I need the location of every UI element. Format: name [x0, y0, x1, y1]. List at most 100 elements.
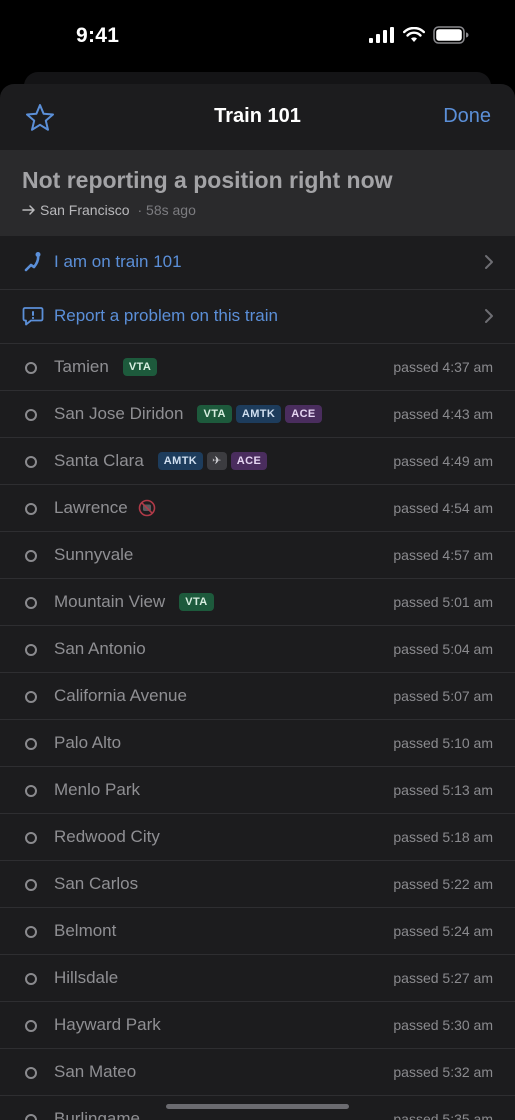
stop-name: Hayward Park — [54, 1015, 161, 1035]
home-indicator[interactable] — [166, 1104, 349, 1109]
stop-name-label: Redwood City — [54, 827, 160, 846]
stop-dot-icon — [25, 1114, 37, 1120]
stop-row[interactable]: Belmont passed 5:24 am — [0, 908, 515, 955]
airport-icon: ✈ — [207, 452, 227, 470]
i-am-on-train-row[interactable]: I am on train 101 — [0, 236, 515, 290]
stop-row[interactable]: Menlo Park passed 5:13 am — [0, 767, 515, 814]
stop-dot-icon — [25, 879, 37, 891]
stop-time: passed 5:18 am — [393, 829, 493, 845]
stop-list: Tamien VTA passed 4:37 am San Jose Diridon V… — [0, 344, 515, 1120]
stop-time: passed 5:27 am — [393, 970, 493, 986]
stop-time: passed 5:10 am — [393, 735, 493, 751]
stop-row[interactable]: Palo Alto passed 5:10 am — [0, 720, 515, 767]
stop-row[interactable]: Hillsdale passed 5:27 am — [0, 955, 515, 1002]
stop-name-label: Lawrence — [54, 498, 128, 517]
stop-row[interactable]: Sunnyvale passed 4:57 am — [0, 532, 515, 579]
stop-dot-icon — [25, 832, 37, 844]
stop-name-label: Sunnyvale — [54, 545, 134, 564]
service-badges: VTA — [179, 593, 214, 611]
stop-time: passed 5:01 am — [393, 594, 493, 610]
wifi-icon — [403, 27, 425, 42]
stop-time: passed 5:07 am — [393, 688, 493, 704]
stop-row[interactable]: San Carlos passed 5:22 am — [0, 861, 515, 908]
service-badges: VTA — [122, 358, 158, 376]
stop-dot-icon — [25, 644, 37, 656]
stop-name-label: San Carlos — [54, 874, 139, 893]
stop-dot-icon — [25, 691, 37, 703]
stop-name: Burlingame — [54, 1109, 140, 1120]
stop-name: Redwood City — [54, 827, 160, 847]
stop-time: passed 5:35 am — [393, 1111, 493, 1120]
stop-name-label: San Mateo — [54, 1062, 137, 1081]
badge-amtk: AMTK — [235, 405, 282, 423]
stop-dot-icon — [25, 926, 37, 938]
position-status-text: Not reporting a position right now — [22, 167, 393, 193]
stop-name: California Avenue — [54, 686, 187, 706]
stop-row[interactable]: Lawrence passed 4:54 am — [0, 485, 515, 532]
chevron-right-icon — [485, 309, 493, 323]
stop-name: Lawrence — [54, 498, 156, 518]
stop-name-label: Santa Clara — [54, 451, 144, 470]
nav-bar: Train 101 Done — [0, 84, 515, 150]
stop-dot-icon — [25, 597, 37, 609]
status-banner: Not reporting a position right now San F… — [0, 150, 515, 236]
last-update-label: · 58s ago — [137, 202, 196, 218]
stop-row[interactable]: Hayward Park passed 5:30 am — [0, 1002, 515, 1049]
stop-time: passed 5:13 am — [393, 782, 493, 798]
status-time: 9:41 — [76, 24, 120, 47]
stop-dot-icon — [25, 973, 37, 985]
stop-name: San Jose Diridon VTA AMTK ACE — [54, 404, 322, 424]
stop-name-label: Mountain View — [54, 592, 166, 611]
service-badges: AMTK ✈ ACE — [157, 452, 268, 470]
stop-dot-icon — [25, 785, 37, 797]
stop-name: Belmont — [54, 921, 116, 941]
i-am-on-train-label: I am on train 101 — [54, 252, 182, 271]
chevron-right-icon — [485, 255, 493, 269]
stop-row[interactable]: San Jose Diridon VTA AMTK ACE passed 4:43 am — [0, 391, 515, 438]
stop-name-label: Belmont — [54, 921, 117, 940]
stop-dot-icon — [25, 738, 37, 750]
stop-time: passed 4:43 am — [393, 406, 493, 422]
stop-name-label: San Antonio — [54, 639, 146, 658]
stop-name: Santa Clara AMTK ✈ ACE — [54, 451, 268, 471]
badge-amtk: AMTK — [157, 452, 204, 470]
stop-row[interactable]: Santa Clara AMTK ✈ ACE passed 4:49 am — [0, 438, 515, 485]
stop-row[interactable]: San Mateo passed 5:32 am — [0, 1049, 515, 1096]
badge-vta: VTA — [122, 358, 158, 376]
stop-name-label: Menlo Park — [54, 780, 140, 799]
badge-vta: VTA — [179, 593, 214, 611]
report-problem-label: Report a problem on this train — [54, 306, 278, 325]
done-button[interactable]: Done — [443, 105, 491, 128]
stop-name-label: Hayward Park — [54, 1015, 161, 1034]
stop-row[interactable]: Mountain View VTA passed 5:01 am — [0, 579, 515, 626]
stop-row[interactable]: California Avenue passed 5:07 am — [0, 673, 515, 720]
destination-label: San Francisco — [40, 202, 130, 218]
stop-name: Mountain View VTA — [54, 592, 214, 612]
stop-dot-icon — [25, 550, 37, 562]
battery-icon — [433, 26, 469, 44]
stop-name: Sunnyvale — [54, 545, 133, 565]
cellular-signal-icon — [369, 27, 394, 43]
stop-row[interactable]: Tamien VTA passed 4:37 am — [0, 344, 515, 391]
stop-name: Menlo Park — [54, 780, 140, 800]
stop-name-label: Palo Alto — [54, 733, 122, 752]
report-problem-row[interactable]: Report a problem on this train — [0, 290, 515, 344]
stop-dot-icon — [25, 503, 37, 515]
badge-ace: ACE — [230, 452, 268, 470]
arrow-right-icon — [22, 205, 35, 215]
stop-name: Palo Alto — [54, 733, 121, 753]
stop-name-label: California Avenue — [54, 686, 187, 705]
page-title: Train 101 — [214, 105, 301, 127]
stop-time: passed 4:37 am — [393, 359, 493, 375]
stop-name-label: Hillsdale — [54, 968, 119, 987]
stop-time: passed 4:54 am — [393, 500, 493, 516]
status-icons — [369, 26, 469, 44]
service-badges: VTA AMTK ACE — [197, 405, 322, 423]
no-bus-icon — [138, 499, 156, 517]
stop-name: San Mateo — [54, 1062, 136, 1082]
stop-row[interactable]: Redwood City passed 5:18 am — [0, 814, 515, 861]
stop-time: passed 5:24 am — [393, 923, 493, 939]
stop-row[interactable]: San Antonio passed 5:04 am — [0, 626, 515, 673]
track-person-icon — [24, 252, 41, 272]
train-detail-sheet: Train 101 Done Not reporting a position … — [0, 84, 515, 1120]
